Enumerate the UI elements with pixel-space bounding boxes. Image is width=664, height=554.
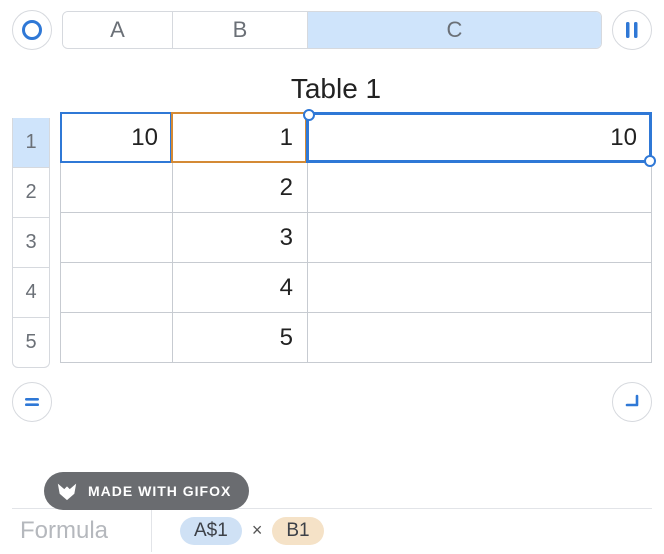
formula-input[interactable]: A$1 × B1 [152,517,652,545]
cell-A5[interactable] [61,313,173,363]
formula-token-a[interactable]: A$1 [180,517,242,545]
pause-icon [623,20,641,40]
cell-A3[interactable] [61,213,173,263]
row-header-3[interactable]: 3 [12,218,50,268]
formula-token-b[interactable]: B1 [272,517,323,545]
formula-operator: × [252,520,263,541]
cell-A1[interactable]: 10 [61,113,173,163]
table-title[interactable]: Table 1 [60,66,652,112]
cell-B3[interactable]: 3 [173,213,308,263]
table-area: Table 1 10 1 10 2 3 [60,66,652,368]
cell-B2[interactable]: 2 [173,163,308,213]
cell-C1[interactable]: 10 [308,113,652,163]
gifox-text: MADE WITH GIFOX [88,483,231,499]
column-headers: A B C [62,11,602,49]
row-header-2[interactable]: 2 [12,168,50,218]
cell-A4[interactable] [61,263,173,313]
cell-C5[interactable] [308,313,652,363]
formula-label: Formula [12,509,152,552]
col-header-c[interactable]: C [308,12,601,48]
cell-A2[interactable] [61,163,173,213]
pause-button[interactable] [612,10,652,50]
col-header-a[interactable]: A [63,12,173,48]
cell-C2[interactable] [308,163,652,213]
equals-button[interactable] [12,382,52,422]
spreadsheet-table: 10 1 10 2 3 4 [60,112,652,363]
col-header-b[interactable]: B [173,12,308,48]
row-headers: 1 2 3 4 5 [12,66,50,368]
gifox-badge: MADE WITH GIFOX [44,472,249,510]
record-button[interactable] [12,10,52,50]
return-icon [621,391,643,413]
cell-B5[interactable]: 5 [173,313,308,363]
equals-icon [22,392,42,412]
cell-C3[interactable] [308,213,652,263]
cell-B1[interactable]: 1 [173,113,308,163]
cell-B4[interactable]: 4 [173,263,308,313]
return-button[interactable] [612,382,652,422]
circle-icon [21,19,43,41]
row-header-5[interactable]: 5 [12,318,50,368]
cell-C4[interactable] [308,263,652,313]
row-header-1[interactable]: 1 [12,118,50,168]
row-header-4[interactable]: 4 [12,268,50,318]
formula-bar: Formula A$1 × B1 [12,508,652,552]
fox-icon [56,480,78,502]
